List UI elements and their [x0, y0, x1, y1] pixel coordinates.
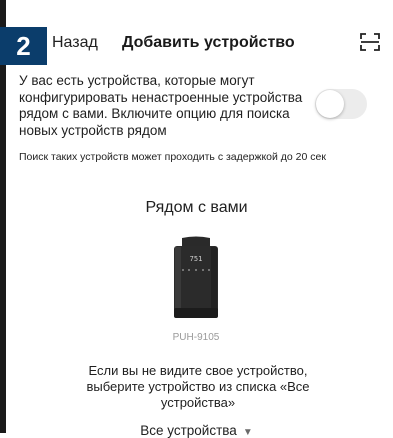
device-card[interactable]: 751 PUH-9105 — [168, 236, 224, 354]
scan-button[interactable] — [358, 30, 382, 54]
toggle-knob — [316, 90, 344, 118]
device-screen-readout: 751 — [190, 255, 203, 263]
all-devices-label: Все устройства — [140, 423, 237, 438]
humidifier-image: 751 — [174, 236, 218, 318]
all-devices-dropdown[interactable]: Все устройства ▼ — [0, 423, 393, 438]
page-title: Добавить устройство — [122, 34, 295, 51]
scan-icon — [360, 33, 380, 51]
device-model-label: PUH-9105 — [172, 332, 220, 343]
header: Назад Добавить устройство — [0, 0, 393, 84]
nearby-section-title: Рядом с вами — [145, 199, 248, 216]
step-badge: 2 — [0, 27, 47, 65]
nearby-search-description: У вас есть устройства, которые могут кон… — [19, 73, 303, 138]
search-delay-note: Поиск таких устройств может проходить с … — [19, 151, 326, 163]
nearby-search-toggle[interactable] — [315, 89, 367, 119]
nearby-search-row: У вас есть устройства, которые могут кон… — [19, 73, 369, 139]
device-not-found-hint: Если вы не видите свое устройство, выбер… — [86, 363, 310, 410]
back-button[interactable]: Назад — [52, 34, 98, 52]
